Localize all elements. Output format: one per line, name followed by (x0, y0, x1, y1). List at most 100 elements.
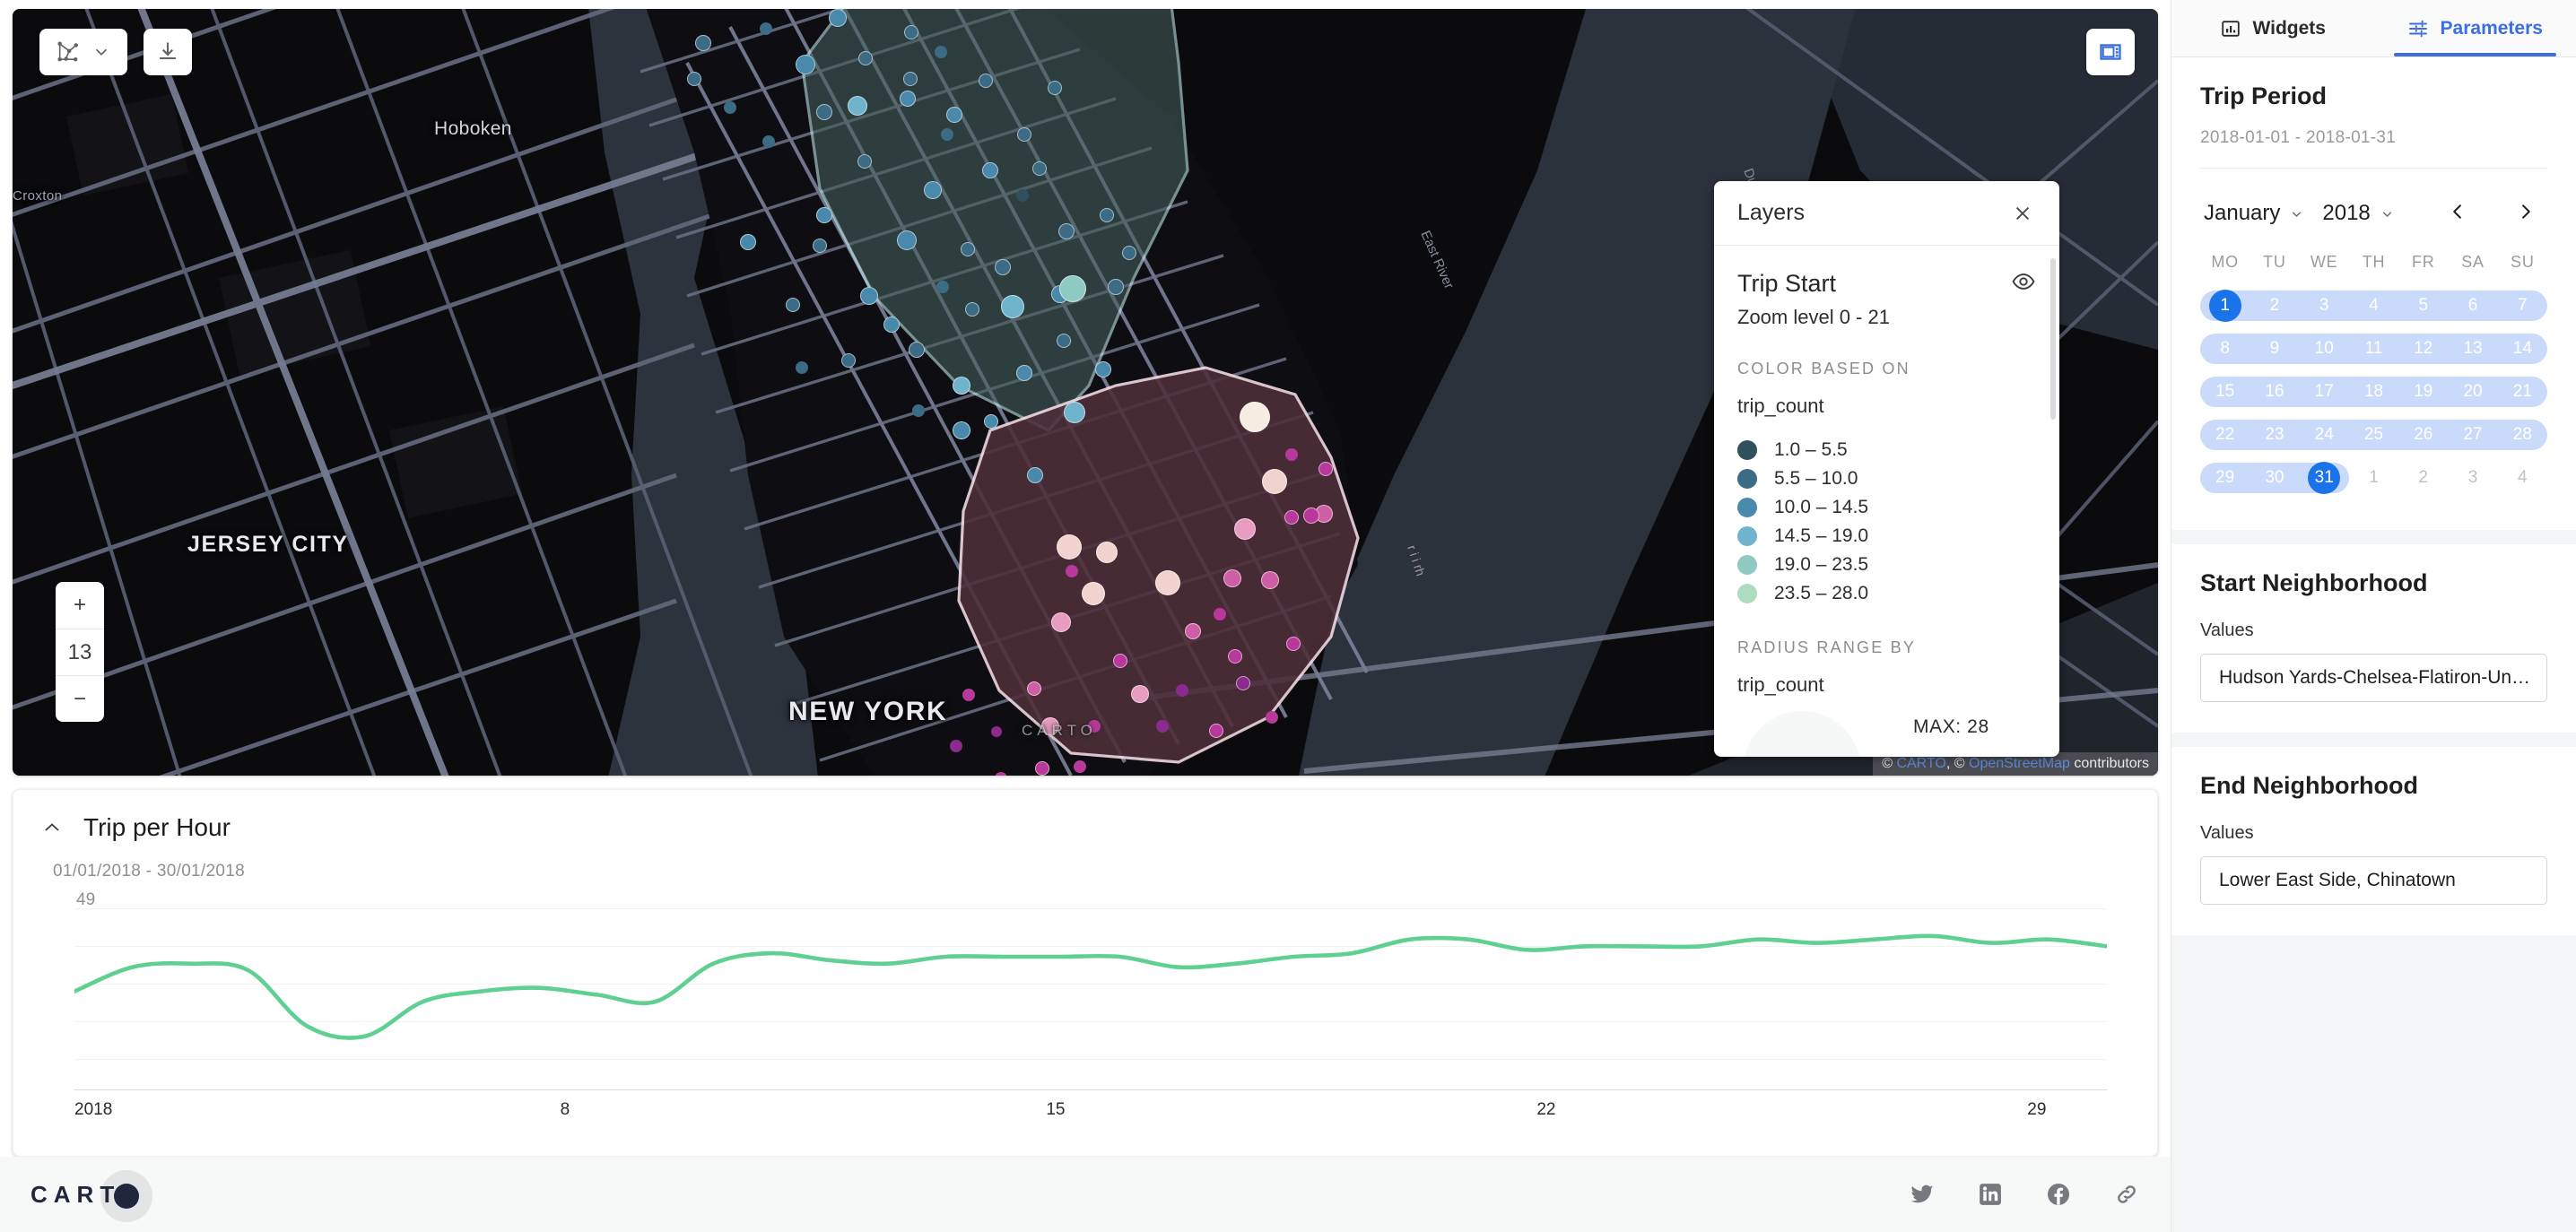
calendar-day-1[interactable]: 1 (2200, 284, 2250, 327)
map-point-trip-end[interactable] (1261, 571, 1279, 589)
map-point-trip-start[interactable] (860, 287, 878, 305)
calendar-day-7[interactable]: 7 (2498, 284, 2547, 327)
map-point-trip-end[interactable] (1156, 720, 1169, 733)
calendar-day-29[interactable]: 29 (2200, 456, 2250, 499)
map-point-trip-start[interactable] (1122, 246, 1136, 260)
map-point-trip-start[interactable] (1016, 365, 1032, 381)
map-point-trip-start[interactable] (1001, 295, 1024, 318)
calendar-day-11[interactable]: 11 (2349, 327, 2398, 370)
map-point-trip-start[interactable] (912, 404, 925, 417)
map-point-trip-end[interactable] (1266, 711, 1278, 724)
map-point-trip-start[interactable] (796, 361, 808, 374)
carto-logo[interactable]: CART (30, 1181, 120, 1209)
zoom-out-button[interactable]: − (56, 675, 104, 722)
map-point-trip-start[interactable] (909, 342, 925, 358)
calendar-day-28[interactable]: 28 (2498, 413, 2547, 456)
calendar-day-15[interactable]: 15 (2200, 370, 2250, 413)
calendar-day-27[interactable]: 27 (2448, 413, 2497, 456)
map-point-trip-end[interactable] (1027, 681, 1041, 696)
calendar-day-24[interactable]: 24 (2300, 413, 2349, 456)
map-point-trip-start[interactable] (1017, 127, 1031, 142)
map-point-trip-end[interactable] (1284, 510, 1299, 525)
map-point-trip-start[interactable] (796, 55, 815, 74)
map-point-trip-end[interactable] (1113, 654, 1127, 668)
year-select[interactable]: 2018 (2322, 201, 2394, 226)
map-point-trip-end[interactable] (1066, 565, 1078, 577)
calendar-day-2[interactable]: 2 (2398, 456, 2448, 499)
map-point-trip-end[interactable] (1074, 760, 1086, 773)
calendar-day-16[interactable]: 16 (2250, 370, 2299, 413)
polygon-select-tool[interactable] (39, 29, 127, 75)
map-point-trip-start[interactable] (941, 128, 953, 141)
map-point-trip-start[interactable] (995, 259, 1011, 275)
calendar-day-4[interactable]: 4 (2349, 284, 2398, 327)
map-point-trip-end[interactable] (1209, 724, 1223, 738)
map-point-trip-start[interactable] (1048, 81, 1062, 95)
calendar-day-5[interactable]: 5 (2398, 284, 2448, 327)
close-icon[interactable] (2009, 200, 2036, 227)
calendar-day-4[interactable]: 4 (2498, 456, 2547, 499)
map-point-trip-start[interactable] (965, 302, 979, 317)
map-point-trip-end[interactable] (1051, 612, 1071, 632)
map-point-trip-start[interactable] (953, 421, 970, 439)
panel-toggle-button[interactable] (2086, 29, 2135, 75)
map-point-trip-start[interactable] (829, 9, 847, 27)
calendar-day-3[interactable]: 3 (2448, 456, 2497, 499)
map-point-trip-end[interactable] (1228, 649, 1242, 664)
tab-widgets[interactable]: Widgets (2171, 0, 2374, 56)
map-point-trip-start[interactable] (897, 230, 917, 250)
calendar-day-25[interactable]: 25 (2349, 413, 2398, 456)
calendar-day-21[interactable]: 21 (2498, 370, 2547, 413)
map-point-trip-end[interactable] (1176, 684, 1188, 697)
map-point-trip-start[interactable] (786, 298, 800, 312)
calendar-day-20[interactable]: 20 (2448, 370, 2497, 413)
map-point-trip-end[interactable] (1096, 542, 1118, 563)
map-point-trip-start[interactable] (841, 353, 856, 368)
link-icon[interactable] (2113, 1181, 2140, 1208)
map-point-trip-start[interactable] (813, 239, 827, 253)
map-point-trip-start[interactable] (936, 281, 949, 293)
map-point-trip-end[interactable] (1240, 402, 1270, 432)
zoom-in-button[interactable]: + (56, 582, 104, 629)
map-point-trip-start[interactable] (816, 104, 832, 120)
attribution-osm-link[interactable]: OpenStreetMap (1969, 756, 2070, 771)
calendar-day-31[interactable]: 31 (2300, 456, 2349, 499)
map-point-trip-start[interactable] (961, 242, 975, 256)
map-point-trip-end[interactable] (1057, 534, 1082, 560)
chevron-up-icon[interactable] (40, 816, 64, 839)
map-point-trip-end[interactable] (950, 740, 962, 752)
map-point-trip-start[interactable] (1058, 223, 1075, 239)
map-point-trip-end[interactable] (1234, 518, 1256, 540)
map-point-trip-start[interactable] (724, 101, 736, 114)
map-point-trip-start[interactable] (982, 162, 998, 178)
map-point-trip-start[interactable] (858, 51, 873, 65)
map-point-trip-start[interactable] (1108, 279, 1124, 295)
calendar-day-26[interactable]: 26 (2398, 413, 2448, 456)
calendar-day-12[interactable]: 12 (2398, 327, 2448, 370)
map-point-trip-end[interactable] (991, 726, 1002, 737)
month-select[interactable]: January (2204, 201, 2304, 226)
calendar-day-13[interactable]: 13 (2448, 327, 2497, 370)
calendar-day-10[interactable]: 10 (2300, 327, 2349, 370)
download-button[interactable] (144, 29, 192, 75)
calendar-day-2[interactable]: 2 (2250, 284, 2299, 327)
map-point-trip-start[interactable] (848, 96, 867, 116)
end-neighborhood-input[interactable]: Lower East Side, Chinatown (2200, 856, 2547, 905)
calendar-day-19[interactable]: 19 (2398, 370, 2448, 413)
map-point-trip-start[interactable] (900, 91, 916, 107)
map-point-trip-end[interactable] (1262, 469, 1287, 494)
map-point-trip-start[interactable] (946, 107, 962, 123)
map-point-trip-end[interactable] (1155, 570, 1180, 595)
prev-month-button[interactable] (2449, 202, 2467, 225)
map-point-trip-start[interactable] (924, 181, 942, 199)
twitter-icon[interactable] (1909, 1181, 1936, 1208)
map-point-trip-start[interactable] (857, 154, 872, 169)
map-point-trip-end[interactable] (1286, 637, 1301, 651)
map-point-trip-start[interactable] (1027, 467, 1043, 483)
zoom-control[interactable]: + 13 − (56, 582, 104, 722)
map-point-trip-start[interactable] (883, 317, 900, 333)
tab-parameters[interactable]: Parameters (2374, 0, 2576, 56)
visibility-eye-icon[interactable] (2011, 269, 2036, 299)
map-point-trip-start[interactable] (903, 72, 918, 86)
calendar-day-23[interactable]: 23 (2250, 413, 2299, 456)
